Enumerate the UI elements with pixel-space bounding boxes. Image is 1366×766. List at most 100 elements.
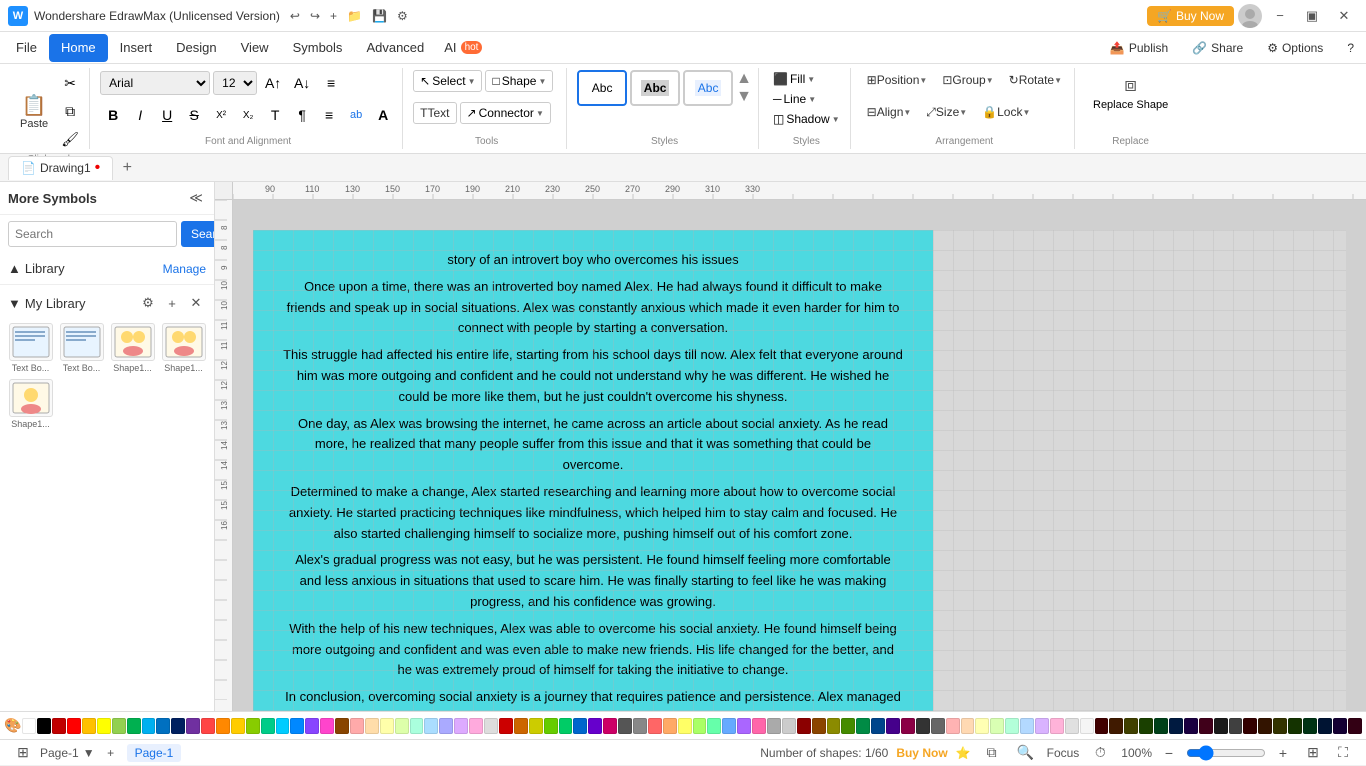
- color-swatch[interactable]: [961, 718, 975, 734]
- color-swatch[interactable]: [1109, 718, 1123, 734]
- line-button[interactable]: ─ Line ▼: [769, 90, 844, 108]
- color-swatch[interactable]: [1169, 718, 1183, 734]
- size-button[interactable]: ⤢ Size ▼: [920, 102, 973, 123]
- color-swatch[interactable]: [663, 718, 677, 734]
- color-swatch[interactable]: [559, 718, 573, 734]
- color-swatch[interactable]: [916, 718, 930, 734]
- color-swatch[interactable]: [812, 718, 826, 734]
- add-tab-button[interactable]: +: [117, 158, 137, 178]
- color-swatch[interactable]: [469, 718, 483, 734]
- color-swatch[interactable]: [1318, 718, 1332, 734]
- color-swatch[interactable]: [156, 718, 170, 734]
- color-swatch[interactable]: [305, 718, 319, 734]
- style-1-button[interactable]: Abc: [577, 70, 627, 106]
- tab-drawing1[interactable]: 📄 Drawing1 •: [8, 156, 113, 180]
- subscript-button[interactable]: X₂: [235, 102, 261, 128]
- align-button[interactable]: ⊟ Align ▼: [861, 102, 918, 122]
- color-swatch[interactable]: [142, 718, 156, 734]
- color-swatch[interactable]: [737, 718, 751, 734]
- my-library-close-button[interactable]: ✕: [186, 293, 206, 313]
- color-swatch[interactable]: [1005, 718, 1019, 734]
- zoom-slider[interactable]: [1186, 745, 1266, 761]
- lock-button[interactable]: 🔒 Lock ▼: [976, 102, 1036, 122]
- undo-button[interactable]: ↩: [286, 7, 304, 25]
- buy-now-status[interactable]: Buy Now: [896, 746, 947, 760]
- color-swatch[interactable]: [365, 718, 379, 734]
- shape-dropdown[interactable]: □ Shape ▼: [485, 70, 553, 92]
- styles-scroll[interactable]: ▲ ▼: [736, 70, 752, 106]
- decrease-font-button[interactable]: A↓: [289, 70, 315, 96]
- layers-button[interactable]: ⧉: [979, 740, 1005, 766]
- sidebar-collapse-button[interactable]: ≪: [186, 188, 206, 208]
- color-swatch[interactable]: [186, 718, 200, 734]
- color-swatch[interactable]: [261, 718, 275, 734]
- current-page-tab[interactable]: Page-1: [127, 744, 182, 762]
- align-button[interactable]: ≡: [318, 70, 344, 96]
- paste-button[interactable]: 📋 Paste: [14, 90, 54, 133]
- auto-save[interactable]: ⚙: [393, 7, 412, 25]
- color-swatch[interactable]: [946, 718, 960, 734]
- color-swatch[interactable]: [1154, 718, 1168, 734]
- menu-ai[interactable]: AI hot: [436, 37, 490, 58]
- manage-link[interactable]: Manage: [163, 262, 206, 276]
- color-swatch[interactable]: [782, 718, 796, 734]
- zoom-out-button[interactable]: −: [1156, 740, 1182, 766]
- color-swatch[interactable]: [1243, 718, 1257, 734]
- fill-button[interactable]: ⬛ Fill ▼: [769, 70, 844, 88]
- copy-button[interactable]: ⧉: [57, 98, 83, 124]
- zoom-in-button[interactable]: +: [1270, 740, 1296, 766]
- clock-button[interactable]: ⏱: [1087, 740, 1113, 766]
- color-swatch[interactable]: [975, 718, 989, 734]
- font-family-selector[interactable]: Arial: [100, 71, 210, 95]
- underline-button[interactable]: U: [154, 102, 180, 128]
- font-color-button[interactable]: A: [370, 102, 396, 128]
- list-item[interactable]: Shape1...: [8, 379, 53, 429]
- close-button[interactable]: ✕: [1330, 5, 1358, 27]
- color-swatch[interactable]: [767, 718, 781, 734]
- color-swatch[interactable]: [1035, 718, 1049, 734]
- save-button[interactable]: 💾: [368, 7, 391, 25]
- color-swatch[interactable]: [1348, 718, 1362, 734]
- focus-button[interactable]: 🔍: [1013, 740, 1039, 766]
- color-swatch[interactable]: [514, 718, 528, 734]
- color-swatch[interactable]: [990, 718, 1004, 734]
- color-swatch[interactable]: [1303, 718, 1317, 734]
- color-swatch[interactable]: [1288, 718, 1302, 734]
- color-swatch[interactable]: [841, 718, 855, 734]
- share-button[interactable]: 🔗 Share: [1184, 38, 1251, 58]
- list-item[interactable]: Shape1...: [110, 323, 155, 373]
- select-dropdown[interactable]: ↖ Select ▼: [413, 70, 482, 92]
- menu-file[interactable]: File: [4, 34, 49, 62]
- color-swatch[interactable]: [380, 718, 394, 734]
- color-swatch[interactable]: [484, 718, 498, 734]
- menu-design[interactable]: Design: [164, 34, 228, 62]
- color-swatch[interactable]: [618, 718, 632, 734]
- color-swatch[interactable]: [335, 718, 349, 734]
- color-swatch[interactable]: [797, 718, 811, 734]
- color-swatch[interactable]: [931, 718, 945, 734]
- color-swatch[interactable]: [1258, 718, 1272, 734]
- menu-insert[interactable]: Insert: [108, 34, 165, 62]
- page-layout-button[interactable]: ⊞: [10, 740, 36, 766]
- color-swatch[interactable]: [22, 718, 36, 734]
- canvas-textbox[interactable]: story of an introvert boy who overcomes …: [253, 230, 933, 711]
- search-button[interactable]: Search: [181, 221, 215, 247]
- style-2-button[interactable]: Abc: [630, 70, 680, 106]
- search-input[interactable]: [8, 221, 177, 247]
- color-swatch[interactable]: [1139, 718, 1153, 734]
- color-swatch[interactable]: [171, 718, 185, 734]
- strikethrough-button[interactable]: S: [181, 102, 207, 128]
- redo-button[interactable]: ↪: [306, 7, 324, 25]
- color-swatch[interactable]: [1333, 718, 1347, 734]
- color-swatch[interactable]: [82, 718, 96, 734]
- add-page-button[interactable]: +: [101, 743, 121, 763]
- color-swatch[interactable]: [201, 718, 215, 734]
- color-swatch[interactable]: [722, 718, 736, 734]
- color-swatch[interactable]: [67, 718, 81, 734]
- canvas-content[interactable]: story of an introvert boy who overcomes …: [233, 200, 1366, 711]
- text-tool-button[interactable]: T Text: [413, 102, 456, 124]
- highlight-button[interactable]: ab: [343, 102, 369, 128]
- color-swatch[interactable]: [1065, 718, 1079, 734]
- color-swatch[interactable]: [112, 718, 126, 734]
- color-swatch[interactable]: [1095, 718, 1109, 734]
